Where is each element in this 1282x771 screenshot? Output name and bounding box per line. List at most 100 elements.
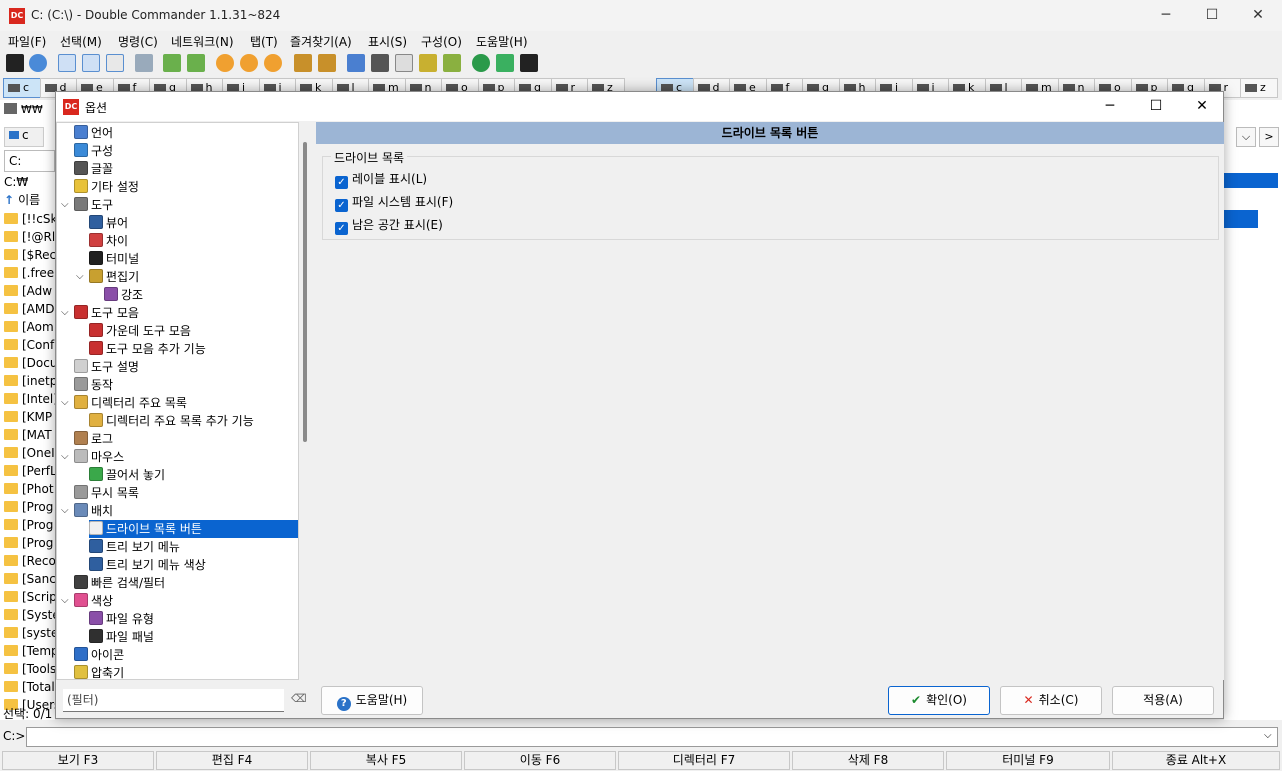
file-list-row[interactable]: [!@Rl: [4, 228, 56, 246]
show-free-space-checkbox[interactable]: ✓ 남은 공간 표시(E): [335, 216, 443, 235]
tree-item-drag-drop[interactable]: 끌어서 놓기: [89, 466, 298, 484]
file-list-row[interactable]: [MAT: [4, 426, 56, 444]
file-list-row[interactable]: [Aom: [4, 318, 56, 336]
file-list-row[interactable]: [Prog: [4, 516, 56, 534]
checkmark-icon[interactable]: ✓: [335, 176, 348, 189]
delete-f8-button[interactable]: 삭제 F8: [792, 751, 944, 770]
edit-f4-button[interactable]: 편집 F4: [156, 751, 308, 770]
tree-item-toolbar[interactable]: ⌵ 도구 모음: [61, 304, 298, 322]
tree-filter-input[interactable]: (필터): [63, 689, 284, 712]
file-list-row[interactable]: [KMP: [4, 408, 56, 426]
tree-item-tooltip[interactable]: 도구 설명: [74, 358, 298, 376]
tree-item-hotlist-extra[interactable]: 디렉터리 주요 목록 추가 기능: [89, 412, 298, 430]
file-list-row[interactable]: [syste: [4, 624, 56, 642]
tree-item-drive-list-button[interactable]: 드라이브 목록 버튼: [89, 520, 298, 538]
menu-help[interactable]: 도움말(H): [476, 33, 528, 50]
file-list-row[interactable]: [Conf: [4, 336, 56, 354]
file-list-row[interactable]: [Docu: [4, 354, 56, 372]
tree-item-terminal[interactable]: 터미널: [89, 250, 298, 268]
tree-item-tree-view-menu[interactable]: 트리 보기 메뉴: [89, 538, 298, 556]
pack-icon[interactable]: [294, 54, 312, 72]
menu-commands[interactable]: 명령(C): [118, 33, 158, 50]
tree-item-log[interactable]: 로그: [74, 430, 298, 448]
tree-item-tools[interactable]: ⌵ 도구: [61, 196, 298, 214]
file-list-row[interactable]: [!!cSk: [4, 210, 56, 228]
notes-icon[interactable]: [419, 54, 437, 72]
sync-dirs-icon[interactable]: [240, 54, 258, 72]
multi-rename-icon[interactable]: [216, 54, 234, 72]
file-list-row[interactable]: [Total: [4, 678, 56, 696]
copy-right-icon[interactable]: [187, 54, 205, 72]
show-label-checkbox[interactable]: ✓ 레이블 표시(L): [335, 170, 427, 189]
tree-item-middle-toolbar[interactable]: 가운데 도구 모음: [89, 322, 298, 340]
file-list-row[interactable]: [Intel]: [4, 390, 56, 408]
cancel-button[interactable]: ✕ 취소(C): [1000, 686, 1102, 715]
help-button[interactable]: ? 도움말(H): [321, 686, 423, 715]
dialog-maximize-button[interactable]: ☐: [1133, 92, 1179, 121]
command-history-chevron-icon[interactable]: ⌵: [1264, 730, 1272, 741]
expand-chevron-icon[interactable]: ⌵: [61, 196, 69, 214]
network-button[interactable]: ₩₩: [4, 103, 43, 116]
menu-favorites[interactable]: 즐겨찾기(A): [290, 33, 352, 50]
show-filesystem-checkbox[interactable]: ✓ 파일 시스템 표시(F): [335, 193, 453, 212]
bookmark-icon[interactable]: [496, 54, 514, 72]
file-list-row[interactable]: [Scrip: [4, 588, 56, 606]
copy-f5-button[interactable]: 복사 F5: [310, 751, 462, 770]
checkmark-icon[interactable]: ✓: [335, 222, 348, 235]
path-combo[interactable]: C:: [4, 150, 55, 172]
file-list-row[interactable]: [OneI: [4, 444, 56, 462]
dialog-close-button[interactable]: ✕: [1179, 92, 1225, 121]
thumbnail-view-icon[interactable]: [106, 54, 124, 72]
file-list-row[interactable]: [Adw: [4, 282, 56, 300]
flat-view-icon[interactable]: [135, 54, 153, 72]
unpack-icon[interactable]: [318, 54, 336, 72]
tree-item-ignore-list[interactable]: 무시 목록: [74, 484, 298, 502]
apply-button[interactable]: 적용(A): [1112, 686, 1214, 715]
7zip-icon[interactable]: [520, 54, 538, 72]
tree-item-misc-settings[interactable]: 기타 설정: [74, 178, 298, 196]
tree-item-file-panel[interactable]: 파일 패널: [89, 628, 298, 646]
expand-chevron-icon[interactable]: ⌵: [61, 394, 69, 412]
compare-icon[interactable]: [264, 54, 282, 72]
tree-item-tree-view-color[interactable]: 트리 보기 메뉴 색상: [89, 556, 298, 574]
expand-chevron-icon[interactable]: ⌵: [61, 304, 69, 322]
close-button[interactable]: ✕: [1235, 0, 1281, 31]
menu-select[interactable]: 선택(M): [60, 33, 102, 50]
right-nav-dropdown[interactable]: ⌵: [1236, 127, 1256, 147]
file-list-row[interactable]: [Syste: [4, 606, 56, 624]
left-drive-tab[interactable]: c: [4, 127, 44, 147]
expand-chevron-icon[interactable]: ⌵: [61, 592, 69, 610]
tree-item-viewer[interactable]: 뷰어: [89, 214, 298, 232]
tree-item-font[interactable]: 글꼴: [74, 160, 298, 178]
options-gear-icon[interactable]: [29, 54, 47, 72]
tree-item-editor[interactable]: ⌵ 편집기: [76, 268, 298, 286]
tree-item-file-types[interactable]: 파일 유형: [89, 610, 298, 628]
tree-item-config[interactable]: 구성: [74, 142, 298, 160]
ok-button[interactable]: ✔ 확인(O): [888, 686, 990, 715]
tree-item-icons[interactable]: 아이콘: [74, 646, 298, 664]
exit-altx-button[interactable]: 종료 Alt+X: [1112, 751, 1280, 770]
file-list-row[interactable]: [Sanc: [4, 570, 56, 588]
menu-configuration[interactable]: 구성(O): [421, 33, 462, 50]
file-list-row[interactable]: [Prog: [4, 534, 56, 552]
file-list-row[interactable]: [Tools: [4, 660, 56, 678]
tree-item-hotlist[interactable]: ⌵ 디렉터리 주요 목록: [61, 394, 298, 412]
file-list-row[interactable]: [Phot: [4, 480, 56, 498]
menu-tabs[interactable]: 탭(T): [250, 33, 278, 50]
tree-item-layout[interactable]: ⌵ 배치: [61, 502, 298, 520]
expand-chevron-icon[interactable]: ⌵: [61, 502, 69, 520]
tree-scrollbar[interactable]: [300, 122, 310, 680]
view-icon[interactable]: [347, 54, 365, 72]
right-panel-selected-row[interactable]: [1224, 210, 1258, 228]
clear-filter-icon[interactable]: ⌫: [291, 692, 309, 710]
clipboard-icon[interactable]: [443, 54, 461, 72]
left-drive-button-c[interactable]: c: [3, 78, 41, 98]
file-list-row[interactable]: [Prog: [4, 498, 56, 516]
menu-network[interactable]: 네트워크(N): [171, 33, 234, 50]
tree-item-highlight[interactable]: 강조: [104, 286, 298, 304]
tree-item-diff[interactable]: 차이: [89, 232, 298, 250]
copy-left-icon[interactable]: [163, 54, 181, 72]
file-list-row[interactable]: [AMD: [4, 300, 56, 318]
command-input[interactable]: [26, 727, 1278, 747]
expand-chevron-icon[interactable]: ⌵: [76, 268, 84, 286]
